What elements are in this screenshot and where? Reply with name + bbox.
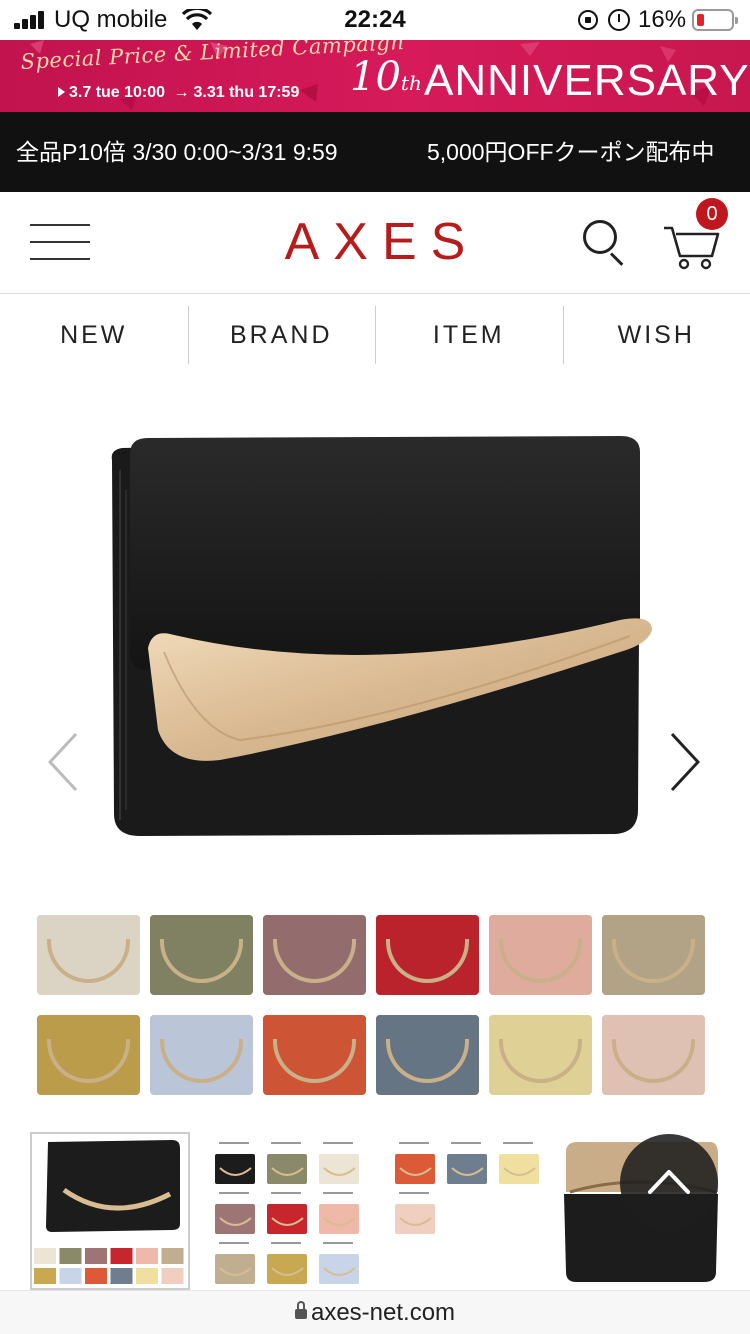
- campaign-banner[interactable]: Special Price & Limited Campaign 3.7 tue…: [0, 40, 750, 112]
- anniversary-number-value: 10: [350, 54, 401, 100]
- battery-icon: [692, 9, 738, 31]
- status-bar: UQ mobile 22:24 16%: [0, 0, 750, 40]
- color-swatch-12[interactable]: [602, 1015, 705, 1095]
- thumbnail-variations-1-image: [215, 1142, 359, 1284]
- anniversary-text: ANNIVERSARY: [424, 56, 750, 105]
- thumbnail-variations-2[interactable]: [385, 1132, 545, 1290]
- notice-coupon: 5,000円OFFクーポン配布中: [427, 139, 715, 165]
- color-swatch-1[interactable]: [37, 915, 140, 995]
- carousel-prev-arrow-icon[interactable]: [48, 732, 78, 792]
- thumbnail-main[interactable]: [30, 1132, 190, 1290]
- url-display: axes-net.com: [0, 1299, 750, 1327]
- triangle-icon: [58, 87, 65, 97]
- nav-item-new[interactable]: NEW: [0, 294, 188, 380]
- main-nav: NEW BRAND ITEM WISH: [0, 294, 750, 380]
- site-header: AXES: [0, 192, 750, 294]
- search-icon[interactable]: [583, 220, 629, 266]
- color-swatch-7[interactable]: [37, 1015, 140, 1095]
- campaign-date-start: 3.7 tue 10:00: [69, 84, 166, 101]
- color-swatch-2[interactable]: [150, 915, 253, 995]
- thumbnail-main-image: [34, 1140, 184, 1284]
- alarm-icon: [608, 9, 630, 31]
- nav-item-wish[interactable]: WISH: [562, 294, 750, 380]
- browser-url-bar[interactable]: axes-net.com: [0, 1290, 750, 1334]
- nav-item-item[interactable]: ITEM: [375, 294, 563, 380]
- site-logo[interactable]: AXES: [0, 212, 750, 272]
- color-swatch-11[interactable]: [489, 1015, 592, 1095]
- chevron-up-icon: [648, 1170, 690, 1194]
- notice-bar[interactable]: 全品P10倍 3/30 0:00~3/31 9:59 5,000円OFFクーポン…: [0, 112, 750, 192]
- color-swatch-3[interactable]: [263, 915, 366, 995]
- thumbnail-variations-2-image: [395, 1142, 539, 1234]
- color-swatch-6[interactable]: [602, 915, 705, 995]
- thumbnail-variations-1[interactable]: [205, 1132, 365, 1290]
- color-swatch-8[interactable]: [150, 1015, 253, 1095]
- product-image: [111, 436, 652, 836]
- url-text: axes-net.com: [310, 1299, 456, 1326]
- lock-icon: [294, 1301, 307, 1319]
- anniversary-number: 10th: [350, 54, 422, 100]
- color-swatch-5[interactable]: [489, 915, 592, 995]
- color-swatch-4[interactable]: [376, 915, 479, 995]
- rotation-lock-icon: [578, 10, 598, 30]
- carousel-next-arrow-icon[interactable]: [670, 732, 700, 792]
- battery-percentage: 16%: [638, 6, 687, 33]
- arrow-icon: →: [173, 84, 190, 101]
- notice-points: 全品P10倍 3/30 0:00~3/31 9:59: [16, 139, 338, 165]
- campaign-date-end: 3.31 thu 17:59: [193, 84, 300, 101]
- anniversary-number-suffix: th: [400, 71, 422, 95]
- cart-count-badge: 0: [696, 198, 728, 230]
- campaign-dates: 3.7 tue 10:00 → 3.31 thu 17:59: [58, 84, 299, 102]
- product-image-carousel[interactable]: [0, 380, 750, 880]
- color-swatch-9[interactable]: [263, 1015, 366, 1095]
- back-to-top-button[interactable]: [620, 1134, 718, 1232]
- color-swatch-10[interactable]: [376, 1015, 479, 1095]
- nav-item-brand[interactable]: BRAND: [187, 294, 376, 380]
